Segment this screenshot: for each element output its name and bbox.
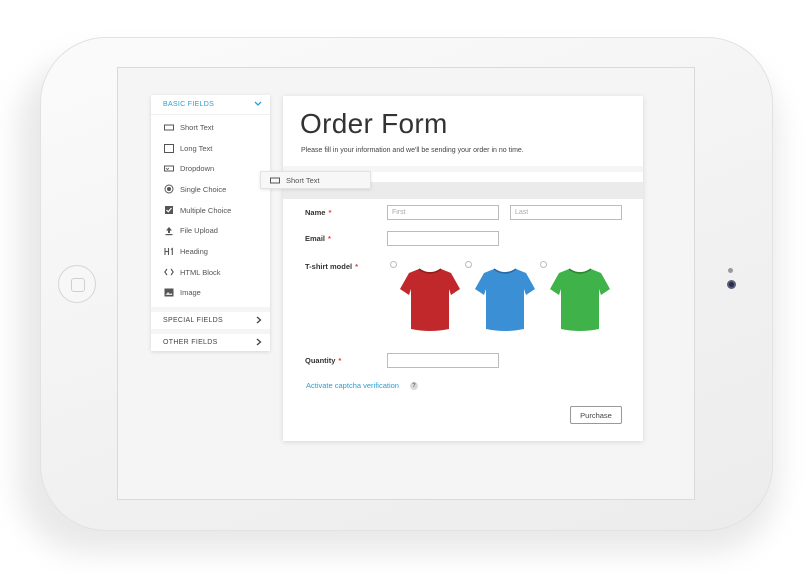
field-item-label: Multiple Choice [180, 205, 232, 215]
radio-icon [164, 184, 174, 194]
field-item-label: Short Text [180, 122, 214, 132]
dropdown-icon [164, 164, 174, 174]
quantity-input[interactable] [387, 353, 499, 368]
field-item-label: Single Choice [180, 184, 227, 194]
required-asterisk: * [355, 262, 359, 271]
basic-fields-title: BASIC FIELDS [163, 101, 215, 108]
red-tshirt-image [400, 268, 460, 331]
captcha-link[interactable]: Activate captcha verification [306, 381, 399, 390]
special-fields-title: SPECIAL FIELDS [163, 317, 223, 325]
dragged-field-label: Short Text [286, 175, 320, 185]
form-title: Order Form [300, 108, 448, 139]
field-item-single-choice[interactable]: Single Choice [151, 179, 270, 200]
field-item-label: File Upload [180, 226, 218, 236]
form-subtitle: Please fill in your information and we'l… [301, 147, 524, 154]
long-text-icon [164, 143, 174, 153]
heading-icon [164, 246, 174, 256]
field-item-long-text[interactable]: Long Text [151, 138, 270, 159]
field-item-label: Image [180, 288, 201, 298]
field-item-label: Heading [180, 246, 208, 256]
green-tshirt-image [550, 268, 610, 331]
name-label: Name * [305, 208, 331, 217]
checkbox-icon [164, 205, 174, 215]
help-icon[interactable]: ? [410, 382, 418, 390]
basic-fields-list: Short Text Long Text Dropdown Single Cho… [151, 115, 270, 307]
chevron-right-icon [256, 316, 262, 326]
code-icon [164, 267, 174, 277]
first-name-input[interactable] [387, 205, 499, 220]
other-fields-title: OTHER FIELDS [163, 339, 218, 347]
email-field[interactable] [387, 231, 499, 246]
dragged-field-chip[interactable]: Short Text [260, 171, 371, 189]
field-item-label: Dropdown [180, 164, 215, 174]
tablet-sensor [728, 268, 733, 273]
quantity-label: Quantity * [305, 356, 341, 365]
image-icon [164, 288, 174, 298]
last-name-input[interactable] [510, 205, 622, 220]
field-item-short-text[interactable]: Short Text [151, 117, 270, 138]
required-asterisk: * [328, 208, 332, 217]
field-item-dropdown[interactable]: Dropdown [151, 158, 270, 179]
field-item-multiple-choice[interactable]: Multiple Choice [151, 200, 270, 221]
chevron-down-icon [254, 101, 262, 109]
short-text-icon [270, 177, 280, 184]
chevron-right-icon [256, 338, 262, 348]
upload-icon [164, 226, 174, 236]
purchase-button[interactable]: Purchase [570, 406, 622, 424]
short-text-icon [164, 122, 174, 132]
required-asterisk: * [338, 356, 342, 365]
tablet-home-button [58, 265, 96, 303]
special-fields-header[interactable]: SPECIAL FIELDS [151, 307, 270, 329]
field-item-label: Long Text [180, 143, 213, 153]
email-label: Email * [305, 234, 331, 243]
field-item-image[interactable]: Image [151, 283, 270, 304]
tshirt-label: T-shirt model * [305, 262, 358, 271]
email-label-text: Email [305, 234, 326, 243]
field-item-file-upload[interactable]: File Upload [151, 220, 270, 241]
field-item-heading[interactable]: Heading [151, 241, 270, 262]
tshirt-radio-blue[interactable] [465, 261, 472, 268]
other-fields-header[interactable]: OTHER FIELDS [151, 329, 270, 351]
fields-panel: BASIC FIELDS Short Text Long Text Dropdo… [151, 95, 270, 352]
basic-fields-header[interactable]: BASIC FIELDS [151, 95, 270, 115]
quantity-label-text: Quantity [305, 356, 336, 365]
name-label-text: Name [305, 208, 326, 217]
tshirt-radio-green[interactable] [540, 261, 547, 268]
blue-tshirt-image [475, 268, 535, 331]
field-item-html-block[interactable]: HTML Block [151, 262, 270, 283]
tshirt-radio-red[interactable] [390, 261, 397, 268]
required-asterisk: * [328, 234, 331, 243]
field-item-label: HTML Block [180, 267, 221, 277]
tablet-camera [727, 280, 736, 289]
tshirt-label-text: T-shirt model [305, 262, 353, 271]
